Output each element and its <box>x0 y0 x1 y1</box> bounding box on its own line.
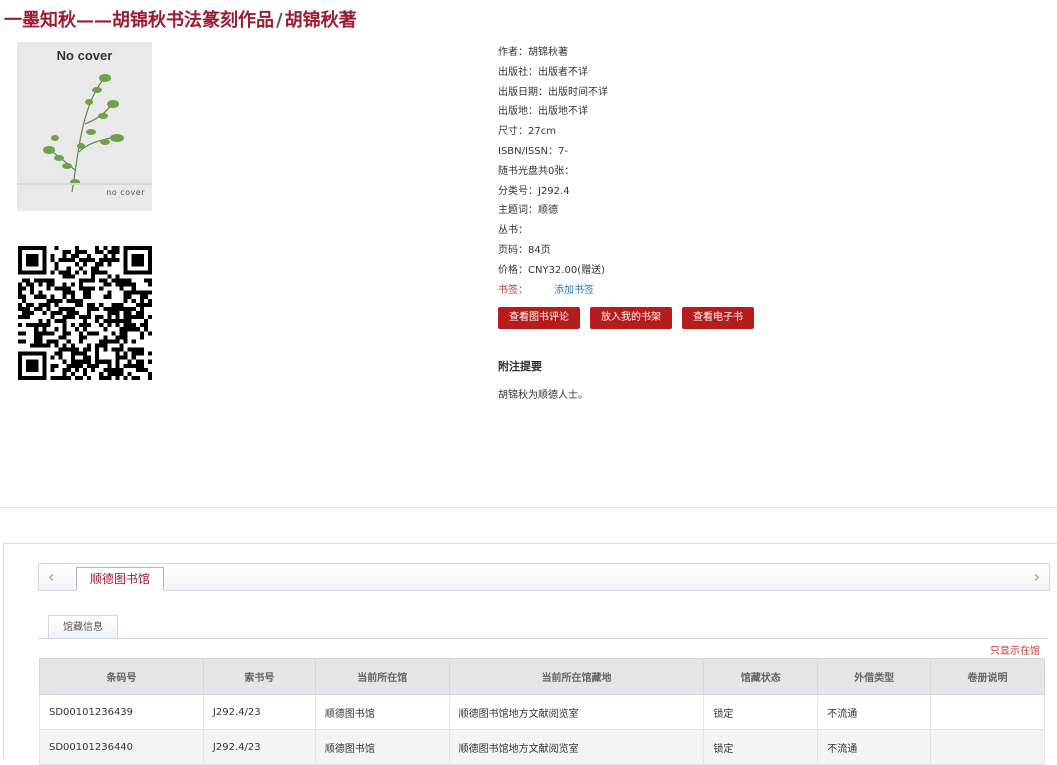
cover-divider <box>17 183 152 185</box>
meta-price: 价格：CNY32.00(赠送) <box>498 264 606 276</box>
col-call-number: 索书号 <box>202 658 316 695</box>
cell-library: 顺德图书馆 <box>314 729 450 765</box>
cell-loan-type: 不流通 <box>817 694 932 730</box>
book-metadata: 作者：胡锦秋著 出版社：出版者不详 出版日期：出版时间不详 出版地：出版地不详 … <box>498 43 608 300</box>
notes-text: 胡锦秋为顺德人士。 <box>498 390 588 401</box>
add-bookmark-link[interactable]: 添加书签 <box>554 285 594 296</box>
meta-disc: 随书光盘共0张： <box>498 165 575 177</box>
title-separator: / <box>276 10 283 31</box>
add-to-shelf-button[interactable]: 放入我的书架 <box>590 307 672 329</box>
cell-loan-type: 不流通 <box>817 729 932 765</box>
meta-bookmark: 书签： 添加书签 <box>498 281 608 301</box>
meta-publisher: 出版社：出版者不详 <box>498 66 588 78</box>
col-barcode: 条码号 <box>39 658 204 695</box>
meta-isbn: ISBN/ISSN：7- <box>498 145 569 157</box>
chevron-left-icon[interactable]: ‹ <box>48 567 54 586</box>
cell-barcode: SD00101236439 <box>39 694 204 730</box>
meta-class-no: 分类号：J292.4 <box>498 185 570 197</box>
action-buttons: 查看图书评论 放入我的书架 查看电子书 <box>498 307 754 329</box>
meta-author: 作者：胡锦秋著 <box>498 47 568 58</box>
cell-barcode: SD00101236440 <box>39 729 204 765</box>
book-author: 胡锦秋著 <box>284 10 357 31</box>
col-loan-type: 外借类型 <box>817 658 932 695</box>
bookmark-label: 书签： <box>498 284 528 296</box>
section-divider <box>0 507 1057 508</box>
cell-library: 顺德图书馆 <box>314 694 450 730</box>
table-row: SD00101236440 J292.4/23 顺德图书馆 顺德图书馆地方文献阅… <box>39 729 1045 765</box>
table-row: SD00101236439 J292.4/23 顺德图书馆 顺德图书馆地方文献阅… <box>39 694 1045 730</box>
col-status: 馆藏状态 <box>703 658 819 695</box>
col-volume-note: 卷册说明 <box>930 658 1045 695</box>
qr-code-icon <box>18 246 152 380</box>
plant-illustration-icon <box>43 74 124 193</box>
cell-call-number: J292.4/23 <box>202 694 316 730</box>
subtab-divider <box>38 638 1048 639</box>
cell-volume-note <box>930 729 1045 765</box>
book-title: 一墨知秋——胡锦秋书法篆刻作品 <box>4 10 274 31</box>
holdings-table: 条码号 索书号 当前所在馆 当前所在馆藏地 馆藏状态 外借类型 卷册说明 SD0… <box>39 658 1045 765</box>
tab-holdings-info[interactable]: 馆藏信息 <box>48 615 118 639</box>
cell-location: 顺德图书馆地方文献阅览室 <box>448 694 705 730</box>
notes-heading: 附注提要 <box>498 360 542 373</box>
meta-size: 尺寸：27cm <box>498 126 556 138</box>
only-in-library-link[interactable]: 只显示在馆 <box>990 642 1040 657</box>
chevron-right-icon[interactable]: › <box>1034 567 1040 586</box>
book-cover-image: No cover no cover <box>17 42 152 211</box>
table-header-row: 条码号 索书号 当前所在馆 当前所在馆藏地 馆藏状态 外借类型 卷册说明 <box>39 658 1045 695</box>
library-tab-bar: ‹ › <box>38 563 1050 591</box>
cell-volume-note <box>930 694 1045 730</box>
meta-pub-place: 出版地：出版地不详 <box>498 106 588 118</box>
cell-location: 顺德图书馆地方文献阅览室 <box>448 729 705 765</box>
view-ebook-button[interactable]: 查看电子书 <box>682 307 754 329</box>
meta-series: 丛书： <box>498 225 528 237</box>
meta-pub-date: 出版日期：出版时间不详 <box>498 86 608 98</box>
meta-subject: 主题词：顺德 <box>498 205 558 217</box>
meta-pages: 页码：84页 <box>498 244 551 256</box>
cell-call-number: J292.4/23 <box>202 729 316 765</box>
col-current-location: 当前所在馆藏地 <box>448 658 705 695</box>
cell-status: 锁定 <box>703 729 819 765</box>
view-reviews-button[interactable]: 查看图书评论 <box>498 307 580 329</box>
cover-footer-text: no cover <box>106 188 145 197</box>
page-title: 一墨知秋——胡锦秋书法篆刻作品 / 胡锦秋著 <box>4 6 357 32</box>
cell-status: 锁定 <box>703 694 819 730</box>
tab-shunde-library[interactable]: 顺德图书馆 <box>76 567 164 591</box>
col-current-library: 当前所在馆 <box>314 658 450 695</box>
